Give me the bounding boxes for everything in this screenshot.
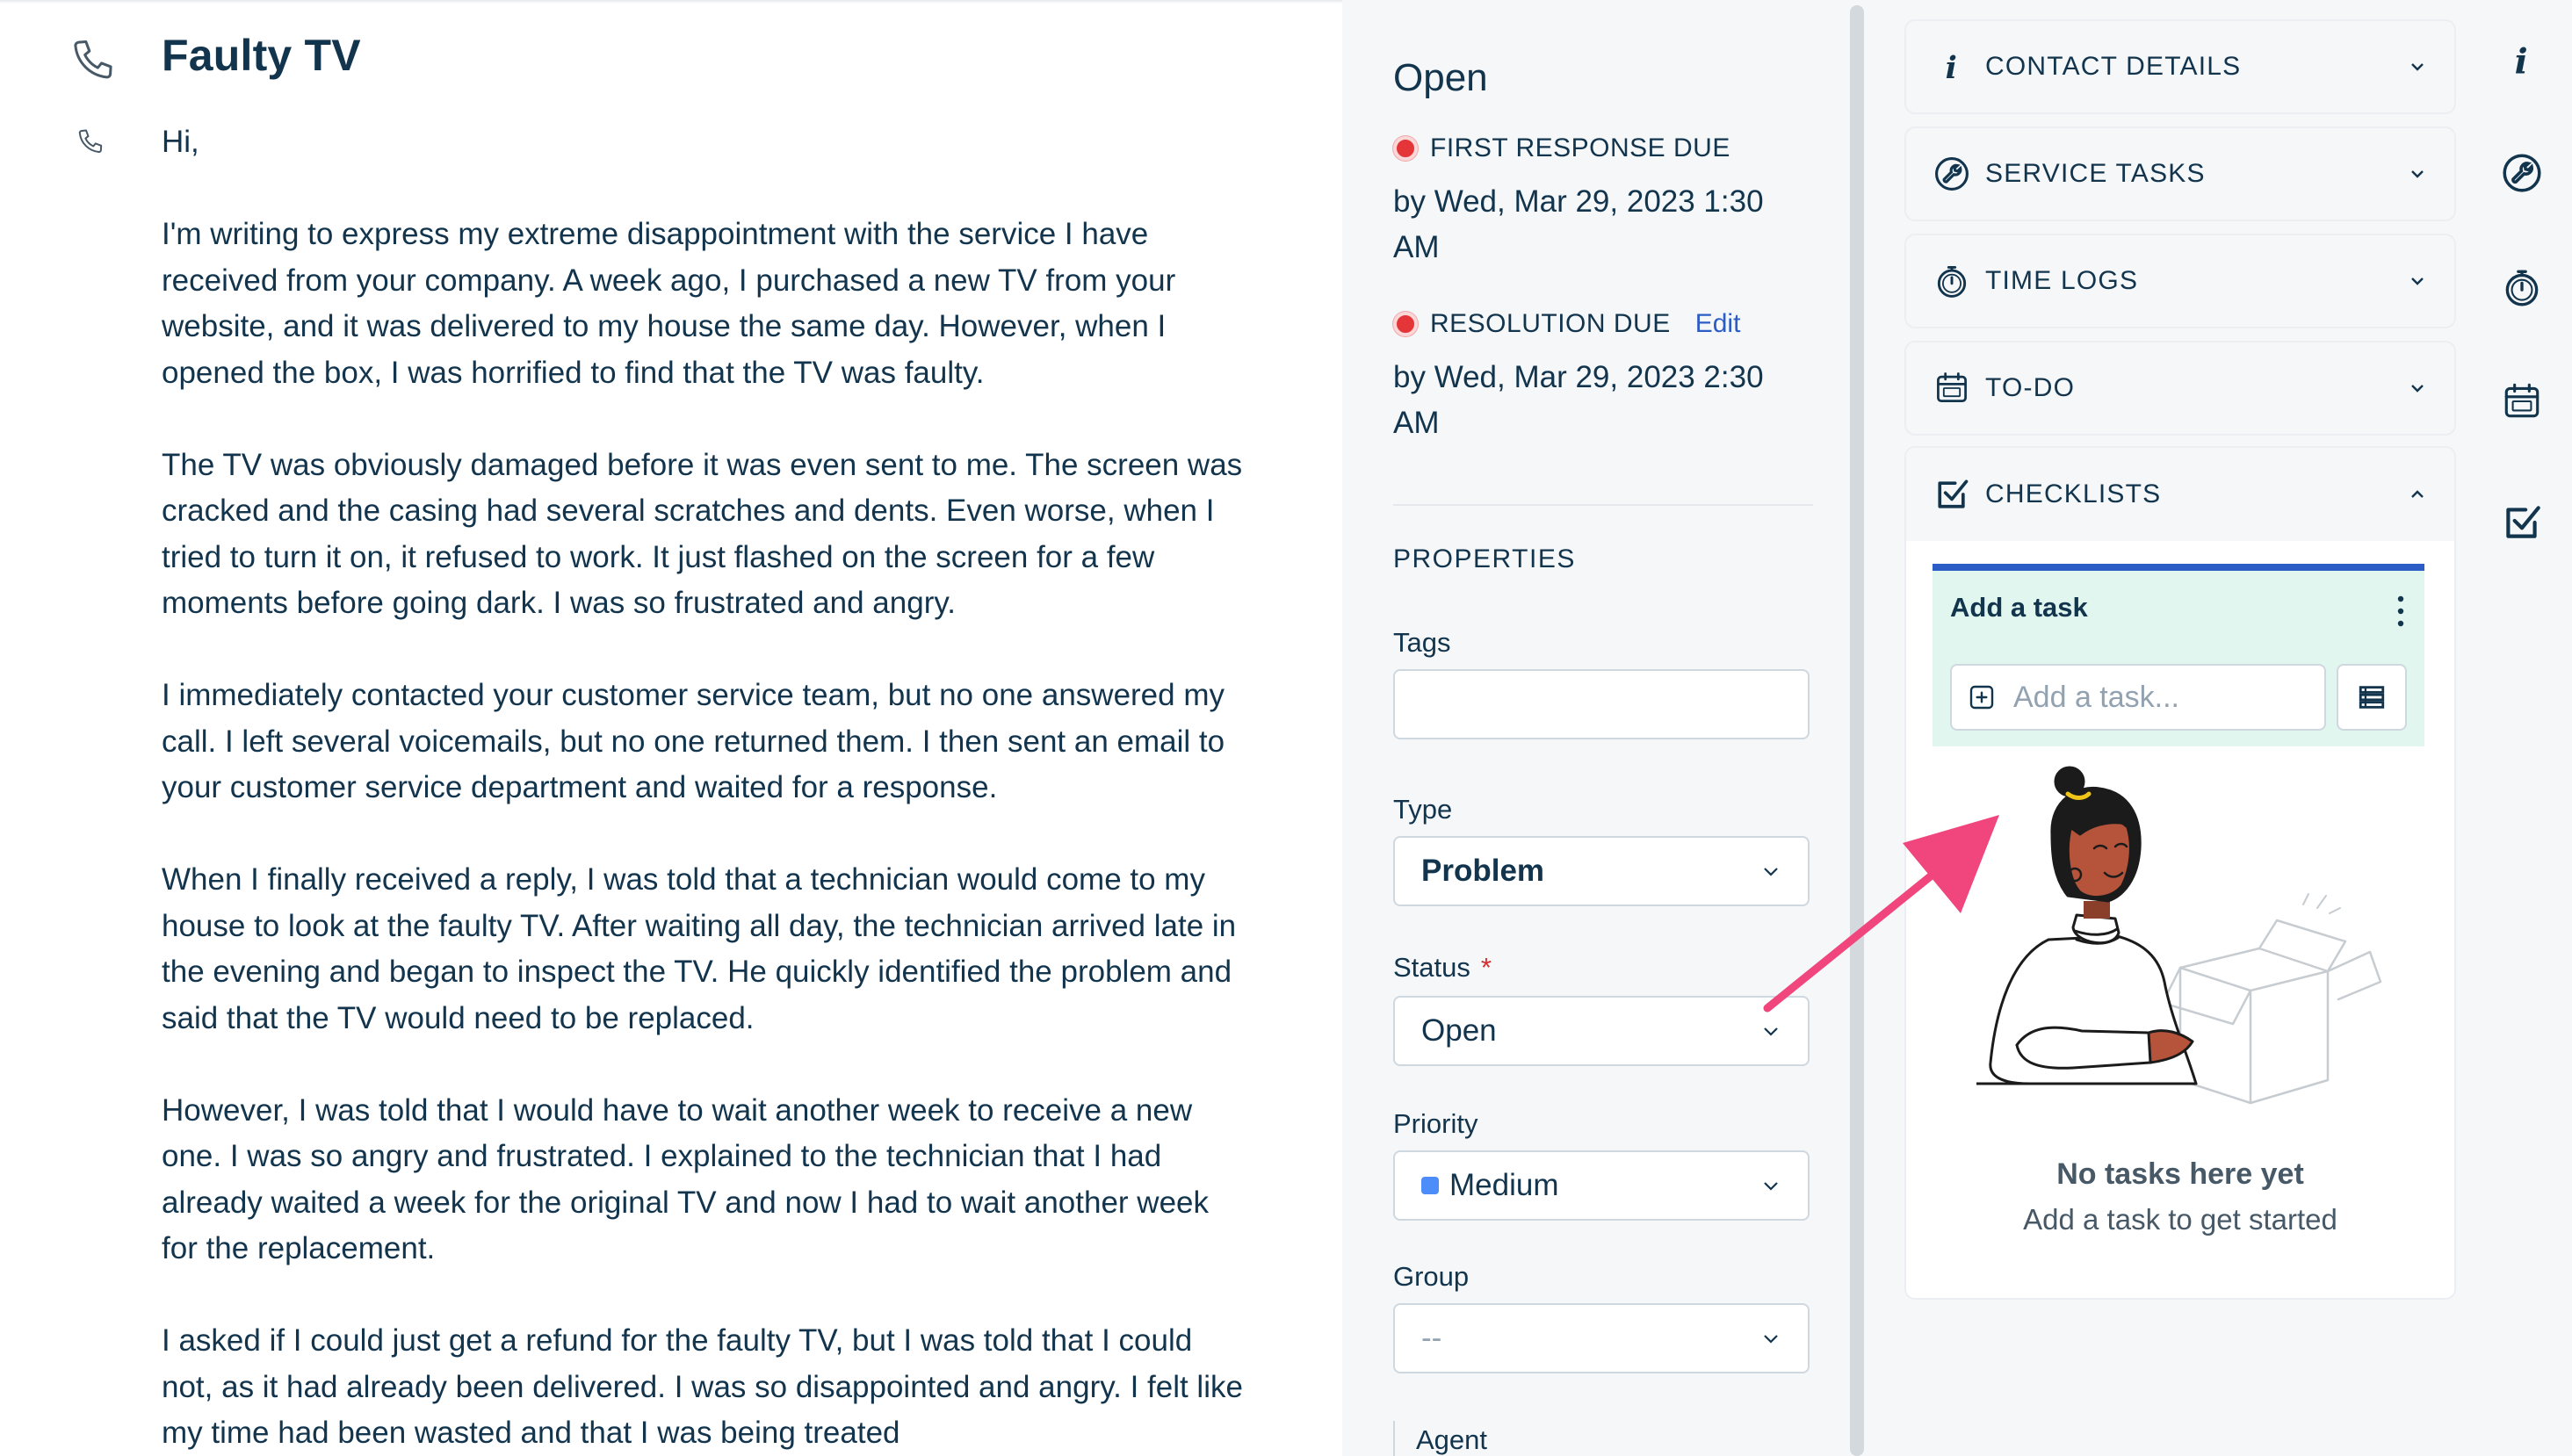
status-value: Open	[1421, 1013, 1497, 1048]
time-logs-widget[interactable]: TIME LOGS	[1904, 234, 2456, 328]
empty-state-subtitle: Add a task to get started	[2023, 1203, 2337, 1236]
chevron-down-icon	[1764, 1182, 1778, 1191]
properties-pane: Open FIRST RESPONSE DUE by Wed, Mar 29, …	[1342, 0, 1868, 1456]
add-task-title: Add a task	[1950, 592, 2088, 623]
widgets-pane: i CONTACT DETAILS SERVICE TASKS TIME LOG…	[1868, 0, 2474, 1456]
resolution-sla: RESOLUTION DUE Edit by Wed, Mar 29, 2023…	[1393, 309, 1806, 446]
info-icon: i	[1946, 50, 1957, 86]
message-paragraph: I'm writing to express my extreme disapp…	[162, 217, 1176, 390]
properties-scrollbar[interactable]	[1846, 0, 1868, 1456]
agent-field-edge	[1393, 1421, 1395, 1456]
required-marker: *	[1480, 952, 1492, 983]
annotation-arrow	[1763, 815, 1999, 1013]
top-shadow	[0, 0, 1342, 4]
agent-label: Agent	[1416, 1424, 1488, 1455]
message-body: Hi, I'm writing to express my extreme di…	[162, 119, 1251, 1456]
group-label: Group	[1393, 1261, 1470, 1292]
status-label: Status *	[1393, 952, 1492, 984]
checkbox-icon	[1938, 479, 1969, 508]
svg-text:i: i	[1946, 50, 1957, 86]
task-templates-button[interactable]	[2337, 664, 2407, 731]
chevron-down-icon	[2411, 278, 2424, 285]
time-logs-label: TIME LOGS	[1985, 266, 2139, 295]
priority-value: Medium	[1449, 1168, 1559, 1202]
checklists-header[interactable]: CHECKLISTS	[1906, 448, 2454, 541]
type-label: Type	[1393, 794, 1453, 825]
contact-details-label: CONTACT DETAILS	[1985, 52, 2242, 81]
resolution-label: RESOLUTION DUE	[1430, 309, 1671, 338]
message-paragraph: However, I was told that I would have to…	[162, 1092, 1209, 1266]
wrench-icon[interactable]	[2500, 151, 2544, 195]
resolution-time: by Wed, Mar 29, 2023 2:30 AM	[1393, 360, 1764, 440]
group-select[interactable]: --	[1393, 1303, 1810, 1373]
message-paragraph: I asked if I could just get a refund for…	[162, 1323, 1243, 1450]
wrench-icon	[1935, 157, 1969, 191]
priority-select[interactable]: Medium	[1393, 1150, 1810, 1221]
ticket-subject: Faulty TV	[162, 31, 361, 80]
svg-text:i: i	[2515, 42, 2528, 83]
empty-state-illustration	[1976, 766, 2382, 1105]
chevron-down-icon	[1764, 1335, 1778, 1344]
chevron-up-icon	[2411, 490, 2424, 498]
service-tasks-label: SERVICE TASKS	[1985, 159, 2206, 188]
list-icon	[2359, 686, 2385, 709]
phone-icon	[78, 129, 103, 154]
conversation-pane: Faulty TV Hi, I'm writing to express my …	[0, 0, 1342, 1456]
widget-rail: i	[2474, 0, 2572, 1456]
first-response-sla: FIRST RESPONSE DUE by Wed, Mar 29, 2023 …	[1393, 133, 1806, 270]
message-paragraph: I immediately contacted your customer se…	[162, 678, 1225, 804]
add-task-placeholder: Add a task...	[2013, 680, 2179, 714]
priority-label: Priority	[1393, 1108, 1478, 1139]
message-paragraph: Hi,	[162, 125, 199, 159]
add-square-icon	[1969, 685, 1994, 710]
todo-label: TO-DO	[1985, 373, 2076, 402]
add-task-panel: Add a task Add a task...	[1933, 564, 2424, 746]
first-response-time: by Wed, Mar 29, 2023 1:30 AM	[1393, 184, 1764, 264]
service-tasks-widget[interactable]: SERVICE TASKS	[1904, 126, 2456, 221]
ticket-status-title: Open	[1393, 56, 1488, 99]
checklists-label: CHECKLISTS	[1985, 479, 2162, 508]
calendar-icon	[1937, 372, 1967, 403]
chevron-down-icon	[2411, 170, 2424, 178]
type-value: Problem	[1421, 854, 1545, 888]
type-select[interactable]: Problem	[1393, 836, 1810, 906]
chevron-down-icon	[2411, 385, 2424, 393]
todo-widget[interactable]: TO-DO	[1904, 341, 2456, 436]
info-icon[interactable]: i	[2500, 39, 2544, 83]
scrollbar-thumb[interactable]	[1850, 5, 1864, 1456]
stopwatch-icon	[1937, 265, 1967, 298]
ticket-view: Faulty TV Hi, I'm writing to express my …	[0, 0, 2572, 1456]
message-paragraph: The TV was obviously damaged before it w…	[162, 447, 1243, 621]
status-label-text: Status	[1393, 952, 1470, 983]
more-options-icon[interactable]	[2396, 594, 2405, 629]
checkbox-icon[interactable]	[2500, 501, 2544, 544]
status-select[interactable]: Open	[1393, 996, 1810, 1066]
chevron-down-icon	[2411, 63, 2424, 71]
tags-label: Tags	[1393, 627, 1451, 658]
group-value: --	[1421, 1321, 1442, 1355]
edit-resolution-link[interactable]: Edit	[1695, 309, 1741, 339]
stopwatch-icon[interactable]	[2500, 265, 2544, 309]
add-task-input[interactable]: Add a task...	[1950, 664, 2326, 731]
first-response-label: FIRST RESPONSE DUE	[1430, 133, 1730, 162]
overdue-dot	[1393, 312, 1418, 336]
properties-heading: PROPERTIES	[1393, 544, 1576, 573]
divider	[1393, 504, 1813, 506]
tags-input[interactable]	[1393, 669, 1810, 739]
priority-color-dot	[1421, 1177, 1439, 1194]
contact-details-widget[interactable]: i CONTACT DETAILS	[1904, 19, 2456, 114]
message-paragraph: When I finally received a reply, I was t…	[162, 862, 1237, 1035]
phone-icon	[74, 40, 112, 79]
empty-state-title: No tasks here yet	[2056, 1157, 2304, 1191]
overdue-dot	[1393, 136, 1418, 161]
calendar-icon[interactable]	[2500, 379, 2544, 423]
